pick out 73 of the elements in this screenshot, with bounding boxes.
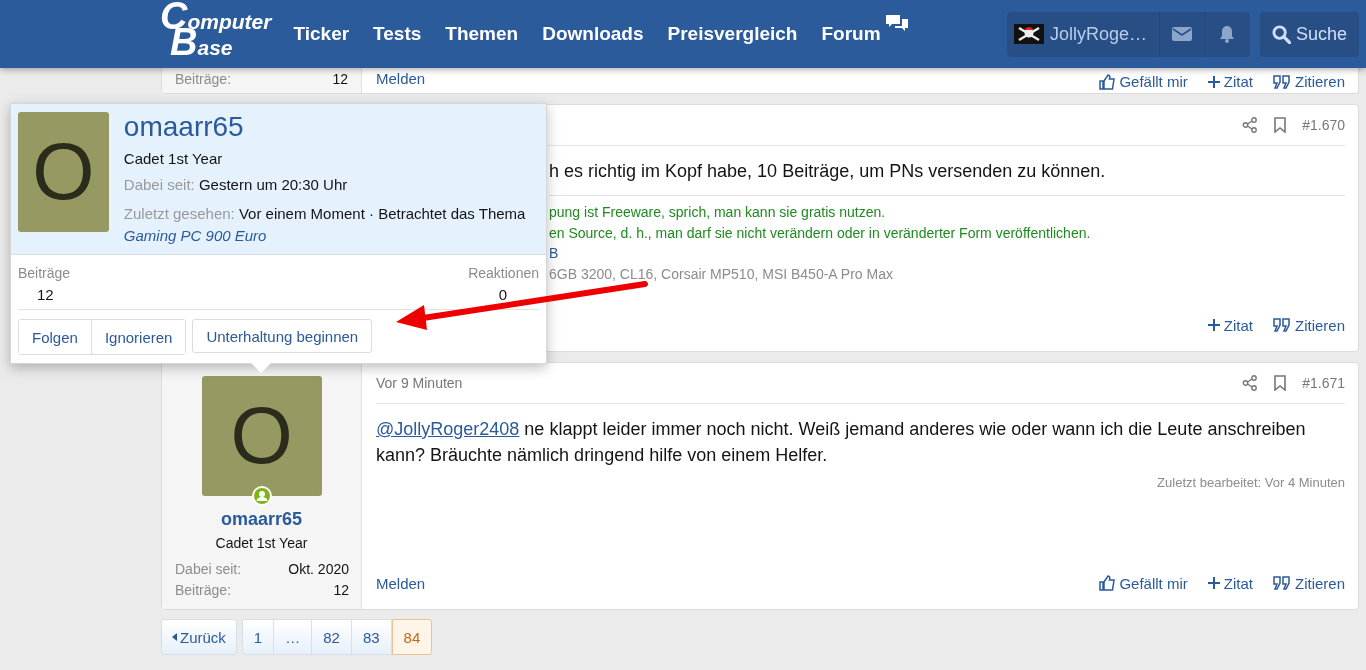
stat-label: Beiträge: <box>175 581 232 600</box>
plus-icon <box>1207 75 1220 88</box>
edited-note: Zuletzt bearbeitet: Vor 4 Minuten <box>1156 475 1345 490</box>
stat-value: Okt. 2020 <box>288 560 349 579</box>
post-action[interactable]: Zitat <box>1207 70 1253 93</box>
page-button[interactable]: … <box>274 619 313 655</box>
stat-value: 12 <box>36 286 55 303</box>
stat-label: Beiträge <box>18 265 71 281</box>
post-action[interactable]: Zitieren <box>1272 70 1345 93</box>
post-text: h es richtig im Kopf habe, 10 Beiträge, um PNs versenden zu können. <box>549 160 1107 183</box>
page-button[interactable]: 1 <box>241 619 275 655</box>
thumbs-up-icon <box>1099 575 1116 591</box>
signature-line: pung ist Freeware, sprich, man kann sie gratis nutzen. <box>549 203 887 222</box>
post-action[interactable]: Zitieren <box>1272 574 1345 592</box>
last-seen-info: Zuletzt gesehen: Vor einem Moment · Betrachtet das Thema Gaming PC 900 Euro <box>123 204 527 246</box>
plus-icon <box>1207 577 1220 589</box>
user-avatar[interactable]: O <box>18 112 109 232</box>
quote-icon <box>1272 318 1291 332</box>
skull-flag-icon <box>1013 24 1044 44</box>
signature-line: 6GB 3200, CL16, Corsair MP510, MSI B450-A Pro Max <box>549 264 894 284</box>
post-action[interactable]: Zitat <box>1207 574 1253 592</box>
bookmark-icon[interactable] <box>1272 375 1289 391</box>
thread-link[interactable]: Gaming PC 900 Euro <box>123 227 267 244</box>
user-avatar[interactable]: O <box>201 376 322 496</box>
caret-left-icon <box>172 633 177 641</box>
share-icon[interactable] <box>1242 117 1259 133</box>
signature-line: en Source, d. h., man darf sie nicht verändern oder in veränderter Form veröffentlichen. <box>549 223 1092 243</box>
nav-link[interactable]: Ticker <box>293 23 350 45</box>
stat-label: Dabei seit: <box>175 560 242 579</box>
previous-page-button[interactable]: Zurück <box>161 619 237 655</box>
post-action[interactable]: Zitieren <box>1272 316 1345 334</box>
joined-info: Dabei seit: Gestern um 20:30 Uhr <box>123 175 349 195</box>
search-icon <box>1271 24 1291 44</box>
bell-icon <box>1219 25 1236 43</box>
stat-value: 12 <box>333 581 349 600</box>
report-link[interactable]: Melden <box>376 574 426 592</box>
thumbs-up-icon <box>1099 73 1116 90</box>
post-action[interactable]: Gefällt mir <box>1099 574 1188 592</box>
nav-link[interactable]: Themen <box>445 23 519 45</box>
username-link[interactable]: omaarr65 <box>123 112 539 142</box>
nav-link[interactable]: Preisvergleich <box>667 23 798 45</box>
quote-icon <box>1272 576 1291 590</box>
user-title: Cadet 1st Year <box>215 535 308 551</box>
post-number[interactable]: #1.671 <box>1302 375 1345 391</box>
envelope-icon <box>1171 27 1192 41</box>
plus-icon <box>1207 319 1220 331</box>
stat-value: 12 <box>332 71 348 89</box>
stat-value: 0 <box>497 286 508 303</box>
member-action-button[interactable]: Unterhaltung beginnen <box>192 319 373 353</box>
stat-label: Beiträge: <box>175 71 232 89</box>
member-action-button[interactable]: Ignorieren <box>90 320 186 354</box>
post-number[interactable]: #1.670 <box>1302 117 1345 133</box>
nav-link[interactable]: Forum <box>821 23 881 45</box>
nav-link[interactable]: Downloads <box>542 23 644 45</box>
mention-link[interactable]: @JollyRoger2408 <box>376 419 520 439</box>
page-button[interactable]: 83 <box>351 619 392 655</box>
quote-icon <box>1272 74 1291 89</box>
user-title: Cadet 1st Year <box>123 150 224 167</box>
page-button[interactable]: 82 <box>312 619 352 655</box>
report-link[interactable]: Melden <box>376 70 426 93</box>
post-time[interactable]: Vor 9 Minuten <box>376 375 463 391</box>
bookmark-icon[interactable] <box>1272 117 1289 133</box>
stat-label: Reaktionen <box>468 265 539 281</box>
share-icon[interactable] <box>1242 375 1259 391</box>
nav-link[interactable]: Tests <box>373 23 422 45</box>
page-button[interactable]: 84 <box>391 619 433 655</box>
post-action[interactable]: Gefällt mir <box>1099 70 1188 93</box>
username-link[interactable]: omaarr65 <box>220 509 303 530</box>
post-action[interactable]: Zitat <box>1207 316 1253 334</box>
search-button[interactable]: Suche <box>1259 11 1359 57</box>
account-link[interactable]: JollyRoge… <box>1006 11 1160 57</box>
signature-line: B <box>549 244 560 263</box>
post-text: @JollyRoger2408 ne klappt leider immer noch nicht. Weiß jemand anderes wie oder wann ich die Leute anschreiben kann? Bräuchte nämlich dringend hilfe von einem Helfer. <box>376 418 1307 467</box>
